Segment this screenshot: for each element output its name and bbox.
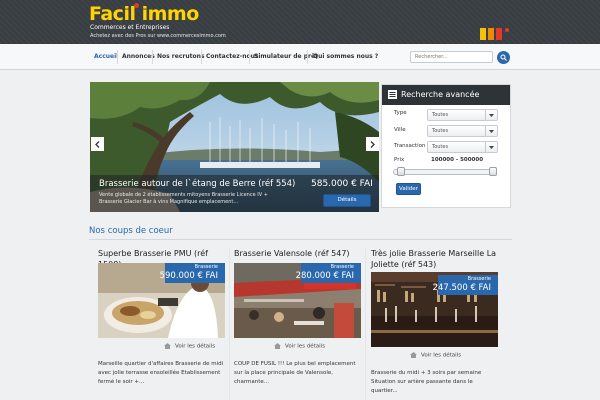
brand-bars-icon (480, 24, 514, 40)
card-title[interactable]: Brasserie Valensole (réf 547) (234, 248, 369, 259)
main-nav: Accueil Annonces Nos recrutons Contactez… (0, 44, 600, 70)
card-description: Marseille quartier d'affaires Brasserie … (98, 361, 224, 385)
card-details-label: Voir les détails (285, 343, 326, 350)
slide-details-button[interactable]: Détails (323, 194, 371, 207)
price-slider-track[interactable] (393, 169, 494, 175)
advanced-search-header: Recherche avancée (382, 85, 510, 105)
home-icon (274, 343, 281, 349)
site-header: Facil immo Commerces et Entreprises Ache… (0, 0, 600, 44)
chevron-left-icon (95, 140, 100, 148)
card-price-tag: Brasserie 247.500 € FAI (433, 275, 498, 295)
nav-divider (307, 50, 308, 64)
nav-divider (152, 50, 153, 64)
card-divider (229, 248, 230, 400)
nav-item-qui-sommes-nous[interactable]: Qui sommes nous ? (313, 53, 378, 60)
slider-prev-button[interactable] (91, 137, 104, 151)
card-title[interactable]: Très jolie Brasserie Marseille La Joliet… (371, 248, 506, 270)
nav-divider (201, 50, 202, 64)
card-category: Brasserie (467, 276, 491, 282)
card-price: 247.500 € FAI (432, 283, 491, 293)
featured-card[interactable]: Brasserie Valensole (réf 547) Brasserie … (234, 242, 371, 400)
card-divider (365, 248, 366, 400)
section-divider (89, 239, 512, 240)
nav-divider (117, 50, 118, 64)
slide-description: Vente globale de 2 établissements mitoye… (99, 192, 268, 205)
card-details-label: Voir les détails (175, 343, 216, 350)
slider-next-button[interactable] (366, 137, 379, 151)
type-select[interactable]: Toutes (427, 109, 498, 121)
card-details-link[interactable]: Voir les détails (410, 352, 461, 359)
logo-text: Facil immo (89, 3, 199, 25)
caret-down-icon (485, 142, 497, 152)
card-details-link[interactable]: Voir les détails (274, 343, 325, 350)
slide-price: 585.000 € FAI (311, 179, 373, 189)
home-icon (164, 343, 171, 349)
card-price: 280.000 € FAI (295, 271, 354, 281)
search-button[interactable] (497, 51, 510, 64)
featured-card[interactable]: Superbe Brasserie PMU (réf 1508) Brasser… (98, 242, 235, 400)
tagline-primary: Commerces et Entreprises (90, 24, 170, 31)
advanced-search-title: Recherche avancée (401, 90, 480, 99)
card-price-tag: Brasserie 590.000 € FAI (160, 263, 225, 283)
nav-item-contact[interactable]: Contactez-nous (206, 53, 258, 60)
slide-title[interactable]: Brasserie autour de l`étang de Berre (ré… (99, 179, 295, 189)
type-label: Type (394, 110, 407, 116)
card-description: Brasserie du midi + 3 soirs par semaine … (371, 370, 482, 394)
card-category: Brasserie (194, 264, 218, 270)
card-details-label: Voir les détails (421, 352, 462, 359)
nav-item-accueil[interactable]: Accueil (94, 53, 118, 60)
transaction-select-value: Toutes (432, 144, 449, 150)
search-icon (500, 54, 507, 61)
price-range-value: 100000 - 500000 (431, 157, 484, 163)
price-slider-min-handle[interactable] (397, 167, 405, 176)
transaction-label: Transaction (394, 143, 426, 149)
validate-button[interactable]: Valider (396, 183, 421, 195)
ville-select[interactable]: Toutes (427, 125, 498, 137)
site-logo[interactable]: Facil immo (89, 3, 199, 25)
card-price: 590.000 € FAI (159, 271, 218, 281)
type-select-value: Toutes (432, 112, 449, 118)
ville-select-value: Toutes (432, 128, 449, 134)
list-icon (388, 90, 397, 99)
transaction-select[interactable]: Toutes (427, 141, 498, 153)
nav-item-simulateur[interactable]: Simulateur de prêt (254, 53, 318, 60)
price-label: Prix (394, 157, 405, 163)
card-description: COUP DE FUSIL !!! Le plus bel emplacemen… (234, 361, 356, 385)
caret-down-icon (485, 126, 497, 136)
tagline-secondary: Achetez avec des Pros sur www.commercesi… (90, 33, 226, 39)
home-icon (410, 352, 417, 358)
ville-label: Ville (394, 127, 406, 133)
price-slider-max-handle[interactable] (489, 167, 497, 176)
featured-card[interactable]: Très jolie Brasserie Marseille La Joliet… (371, 242, 508, 400)
card-price-tag: Brasserie 280.000 € FAI (296, 263, 361, 283)
nav-item-annonces[interactable]: Annonces (122, 53, 155, 60)
nav-divider (249, 50, 250, 64)
caret-down-icon (485, 110, 497, 120)
chevron-right-icon (370, 140, 375, 148)
logo-dot-icon (134, 3, 139, 8)
card-details-link[interactable]: Voir les détails (164, 343, 215, 350)
hero-slider[interactable]: Brasserie autour de l`étang de Berre (ré… (90, 82, 379, 212)
card-category: Brasserie (330, 264, 354, 270)
featured-section-title: Nos coups de coeur (89, 226, 173, 236)
nav-item-recrutons[interactable]: Nos recrutons (157, 53, 204, 60)
search-input[interactable] (410, 51, 493, 63)
